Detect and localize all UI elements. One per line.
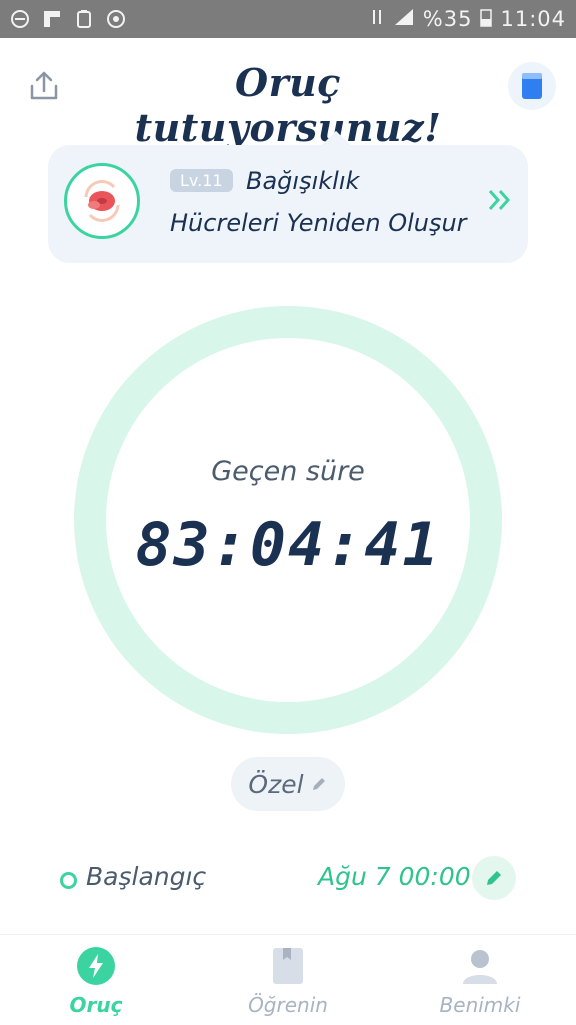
clock: 11:04 xyxy=(500,7,566,31)
level-badge: Lv.11 xyxy=(170,169,233,192)
nav-item-fasting[interactable]: Oruç xyxy=(0,935,192,1025)
nav-label-profile: Benimki xyxy=(439,993,521,1017)
battery-icon xyxy=(480,7,493,32)
stage-title-line1: Bağışıklık xyxy=(246,167,360,195)
notification-icons xyxy=(10,9,126,29)
system-status: %35 11:04 xyxy=(369,7,566,32)
recycle-icon xyxy=(74,9,94,29)
nav-item-learn[interactable]: Öğrenin xyxy=(192,935,384,1025)
edit-start-button[interactable] xyxy=(472,856,516,900)
plan-selector[interactable]: Özel xyxy=(231,757,345,811)
plan-label: Özel xyxy=(248,769,304,799)
nav-label-fasting: Oruç xyxy=(69,993,123,1017)
flipboard-icon xyxy=(42,9,62,29)
share-button[interactable] xyxy=(24,66,64,106)
person-icon xyxy=(459,945,501,987)
elapsed-label: Geçen süre xyxy=(211,456,365,487)
minus-circle-icon xyxy=(10,9,30,29)
data-transfer-icon xyxy=(369,7,385,32)
stage-title-line2: Hücreleri Yeniden Oluşur xyxy=(170,209,467,237)
share-icon xyxy=(30,71,58,100)
page-title: Oruç tutuyorsunuz! xyxy=(134,60,442,150)
water-tracker-button[interactable] xyxy=(508,62,556,110)
lightning-icon xyxy=(75,945,117,987)
header: Oruç tutuyorsunuz! xyxy=(0,38,576,150)
book-icon xyxy=(267,945,309,987)
whatsapp-icon xyxy=(106,9,126,29)
blood-cell-icon xyxy=(64,163,140,239)
pencil-icon xyxy=(312,778,325,790)
nav-label-learn: Öğrenin xyxy=(248,993,328,1017)
status-bar: %35 11:04 xyxy=(0,0,576,38)
pencil-icon xyxy=(487,871,501,885)
bottom-nav: Oruç Öğrenin Benimki xyxy=(0,934,576,1025)
start-time-row: Başlangıç Ağu 7 00:00 xyxy=(0,852,576,904)
water-bottle-icon xyxy=(522,73,542,99)
battery-percent: %35 xyxy=(422,7,473,31)
start-label: Başlangıç xyxy=(86,862,207,891)
elapsed-time: 83:04:41 xyxy=(135,510,441,580)
nav-item-profile[interactable]: Benimki xyxy=(384,935,576,1025)
start-dot-icon xyxy=(60,872,77,889)
fasting-stage-card[interactable]: Lv.11 Bağışıklık Hücreleri Yeniden Oluşu… xyxy=(48,130,528,263)
start-time-value: Ağu 7 00:00 xyxy=(318,862,471,891)
chevron-right-icon xyxy=(486,185,514,222)
signal-icon xyxy=(393,7,415,32)
